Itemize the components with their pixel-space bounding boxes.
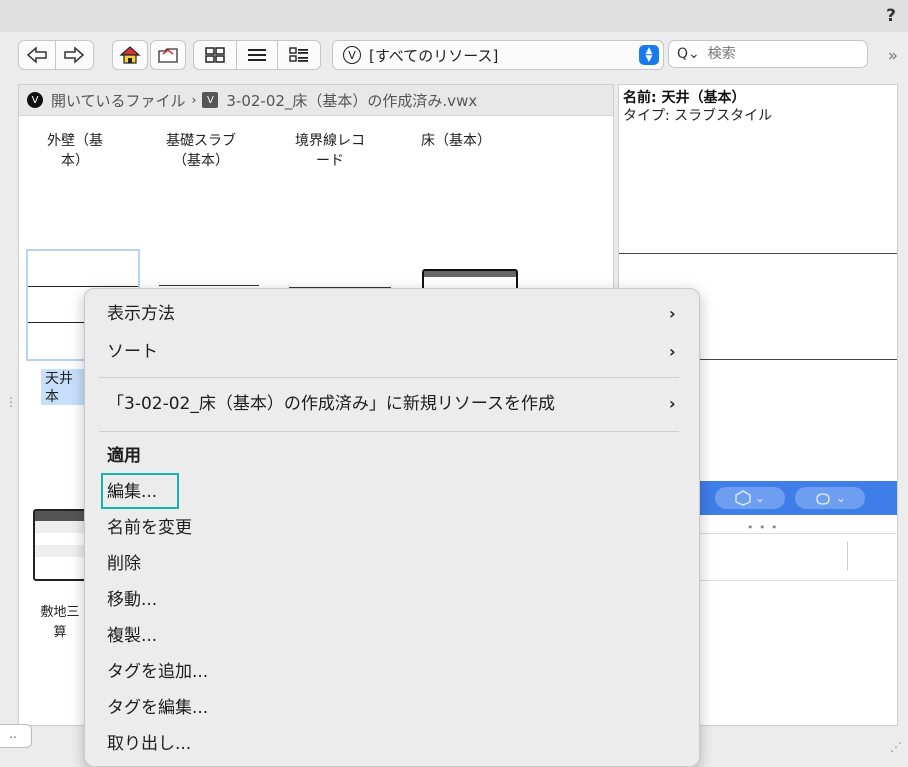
overflow-chevron-icon[interactable]: » <box>888 46 898 66</box>
search-icon: Q⌄ <box>677 46 700 62</box>
resource-label[interactable]: 基礎スラブ （基本） <box>145 131 257 171</box>
menu-item-new-resource[interactable]: 「3-02-02_床（基本）の作成済み」に新規リソースを作成 <box>107 391 555 417</box>
resource-label[interactable]: 外壁（基 本） <box>25 131 125 171</box>
folder-button[interactable] <box>150 40 186 70</box>
preview-line <box>619 253 897 254</box>
forward-arrow-icon[interactable] <box>56 41 92 69</box>
view-mode-button[interactable]: ⌄ <box>795 487 865 509</box>
resize-grip-icon[interactable]: ⋰ <box>890 740 902 754</box>
grid-view-icon[interactable] <box>194 41 236 69</box>
resource-label[interactable]: 境界線レコ ード <box>275 131 385 171</box>
home-icon <box>119 46 141 64</box>
chevron-right-icon: › <box>669 304 676 323</box>
resource-filter-label: [すべてのリソース] <box>369 46 499 65</box>
teapot-icon <box>816 493 830 505</box>
context-menu: 表示方法 › ソート › 「3-02-02_床（基本）の作成済み」に新規リソース… <box>84 288 700 767</box>
updown-chevron-icon: ▲ ▼ <box>639 45 659 65</box>
splitter-grip-icon[interactable]: ⋮ <box>5 395 17 409</box>
menu-item-move[interactable]: 移動... <box>107 587 157 613</box>
menu-item-export[interactable]: 取り出し... <box>107 731 191 757</box>
file-icon: V <box>202 92 219 108</box>
menu-item-edit[interactable]: 編集... <box>107 479 157 505</box>
back-arrow-icon[interactable] <box>19 41 55 69</box>
view-mode-segment <box>193 40 321 70</box>
info-name: 名前: 天井（基本） <box>623 90 746 106</box>
vectorworks-icon: V <box>343 46 361 64</box>
menu-item-duplicate[interactable]: 複製... <box>107 623 157 649</box>
search-box[interactable]: Q⌄ <box>668 40 868 68</box>
breadcrumb-file[interactable]: 3-02-02_床（基本）の作成済み.vwx <box>226 90 477 111</box>
bottom-left-button[interactable]: .. <box>0 724 32 748</box>
menu-separator <box>99 431 679 432</box>
vectorworks-icon: V <box>27 92 43 108</box>
detail-view-icon[interactable] <box>278 41 320 69</box>
help-button[interactable]: ? <box>886 6 896 26</box>
menu-item-rename[interactable]: 名前を変更 <box>107 515 192 541</box>
title-strip: ? <box>0 0 908 32</box>
toolbar: V [すべてのリソース] ▲▼ Q⌄ » <box>0 32 908 82</box>
chevron-right-icon: › <box>669 394 676 413</box>
resource-label[interactable]: 敷地三 算 <box>29 603 91 643</box>
chevron-right-icon: › <box>669 342 676 361</box>
menu-item-display-method[interactable]: 表示方法 <box>107 301 175 327</box>
resource-label[interactable]: 床（基本） <box>401 131 511 151</box>
menu-item-apply[interactable]: 適用 <box>107 443 141 469</box>
menu-item-sort[interactable]: ソート <box>107 339 158 365</box>
render-mode-button[interactable]: ⌄ <box>715 487 785 509</box>
folder-icon <box>158 48 178 63</box>
breadcrumb-root[interactable]: 開いているファイル <box>51 90 186 111</box>
search-input[interactable] <box>705 45 840 63</box>
menu-item-delete[interactable]: 削除 <box>107 551 141 577</box>
info-type: タイプ: スラブスタイル <box>623 108 773 124</box>
home-button[interactable] <box>112 40 148 70</box>
cube-icon <box>735 490 751 506</box>
resource-filter-select[interactable]: V [すべてのリソース] ▲ ▼ <box>332 40 664 70</box>
menu-item-add-tag[interactable]: タグを追加... <box>107 659 208 685</box>
menu-separator <box>99 377 679 378</box>
breadcrumb: V 開いているファイル › V 3-02-02_床（基本）の作成済み.vwx <box>19 85 613 116</box>
list-view-icon[interactable] <box>237 41 277 69</box>
menu-item-edit-tag[interactable]: タグを編集... <box>107 695 208 721</box>
nav-segment <box>18 40 94 70</box>
chevron-right-icon: › <box>191 93 197 107</box>
